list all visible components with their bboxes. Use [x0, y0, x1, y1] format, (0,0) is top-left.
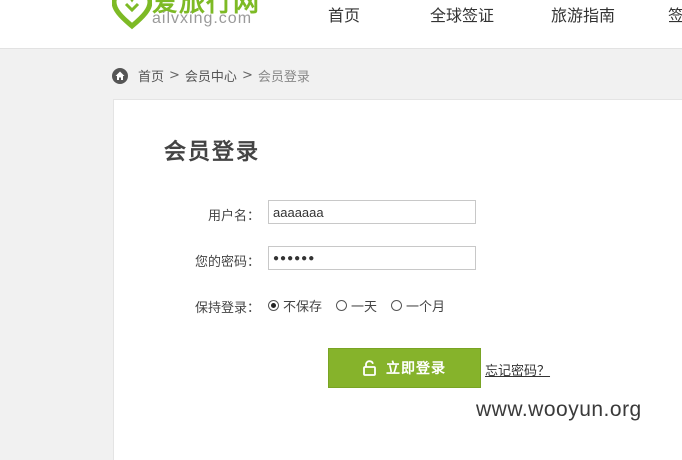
keep-option-month[interactable]: 一个月 [391, 296, 445, 315]
watermark: www.wooyun.org [476, 398, 642, 421]
username-label: 用户名： [207, 209, 260, 224]
keep-option-label: 一个月 [406, 300, 446, 315]
forgot-password-link[interactable]: 忘记密码？ [485, 360, 550, 379]
password-input[interactable]: ●●●●●● [268, 246, 476, 270]
breadcrumb-current: 会员登录 [257, 70, 310, 85]
radio-unchecked-icon[interactable] [391, 300, 403, 311]
breadcrumb-separator: > [169, 68, 180, 83]
radio-unchecked-icon[interactable] [336, 300, 348, 311]
keep-option-label: 不保存 [283, 300, 323, 315]
username-input[interactable]: aaaaaaa [268, 200, 476, 224]
nav-more[interactable]: 签 [668, 2, 682, 26]
keep-option-day[interactable]: 一天 [336, 296, 377, 315]
keep-option-none[interactable]: 不保存 [268, 296, 322, 315]
keep-option-label: 一天 [351, 300, 378, 315]
site-header: 爱旅行网 ailvxing.com 首页 全球签证 旅游指南 签 [0, 0, 682, 49]
nav-guide[interactable]: 旅游指南 [551, 2, 615, 26]
page-title: 会员登录 [164, 139, 261, 165]
nav-visa[interactable]: 全球签证 [430, 2, 494, 26]
nav-home[interactable]: 首页 [328, 2, 360, 26]
unlock-icon [363, 360, 376, 376]
login-button-label: 立即登录 [386, 361, 446, 377]
keep-login-options: 不保存 一天 一个月 [268, 296, 459, 315]
breadcrumb-home[interactable]: 首页 [138, 66, 164, 85]
home-icon[interactable] [112, 67, 128, 84]
breadcrumb-separator: > [241, 68, 253, 83]
logo-domain: ailvxing.com [152, 10, 253, 27]
login-button[interactable]: 立即登录 [328, 348, 481, 388]
breadcrumb: 首页 > 会员中心 > 会员登录 [112, 66, 310, 85]
radio-checked-icon[interactable] [268, 300, 279, 311]
breadcrumb-member-center[interactable]: 会员中心 [185, 66, 237, 85]
password-label: 您的密码： [194, 255, 260, 270]
keep-login-label: 保持登录： [194, 301, 260, 316]
site-logo[interactable]: 爱旅行网 ailvxing.com [112, 0, 272, 48]
heart-logo-icon [112, 0, 152, 30]
